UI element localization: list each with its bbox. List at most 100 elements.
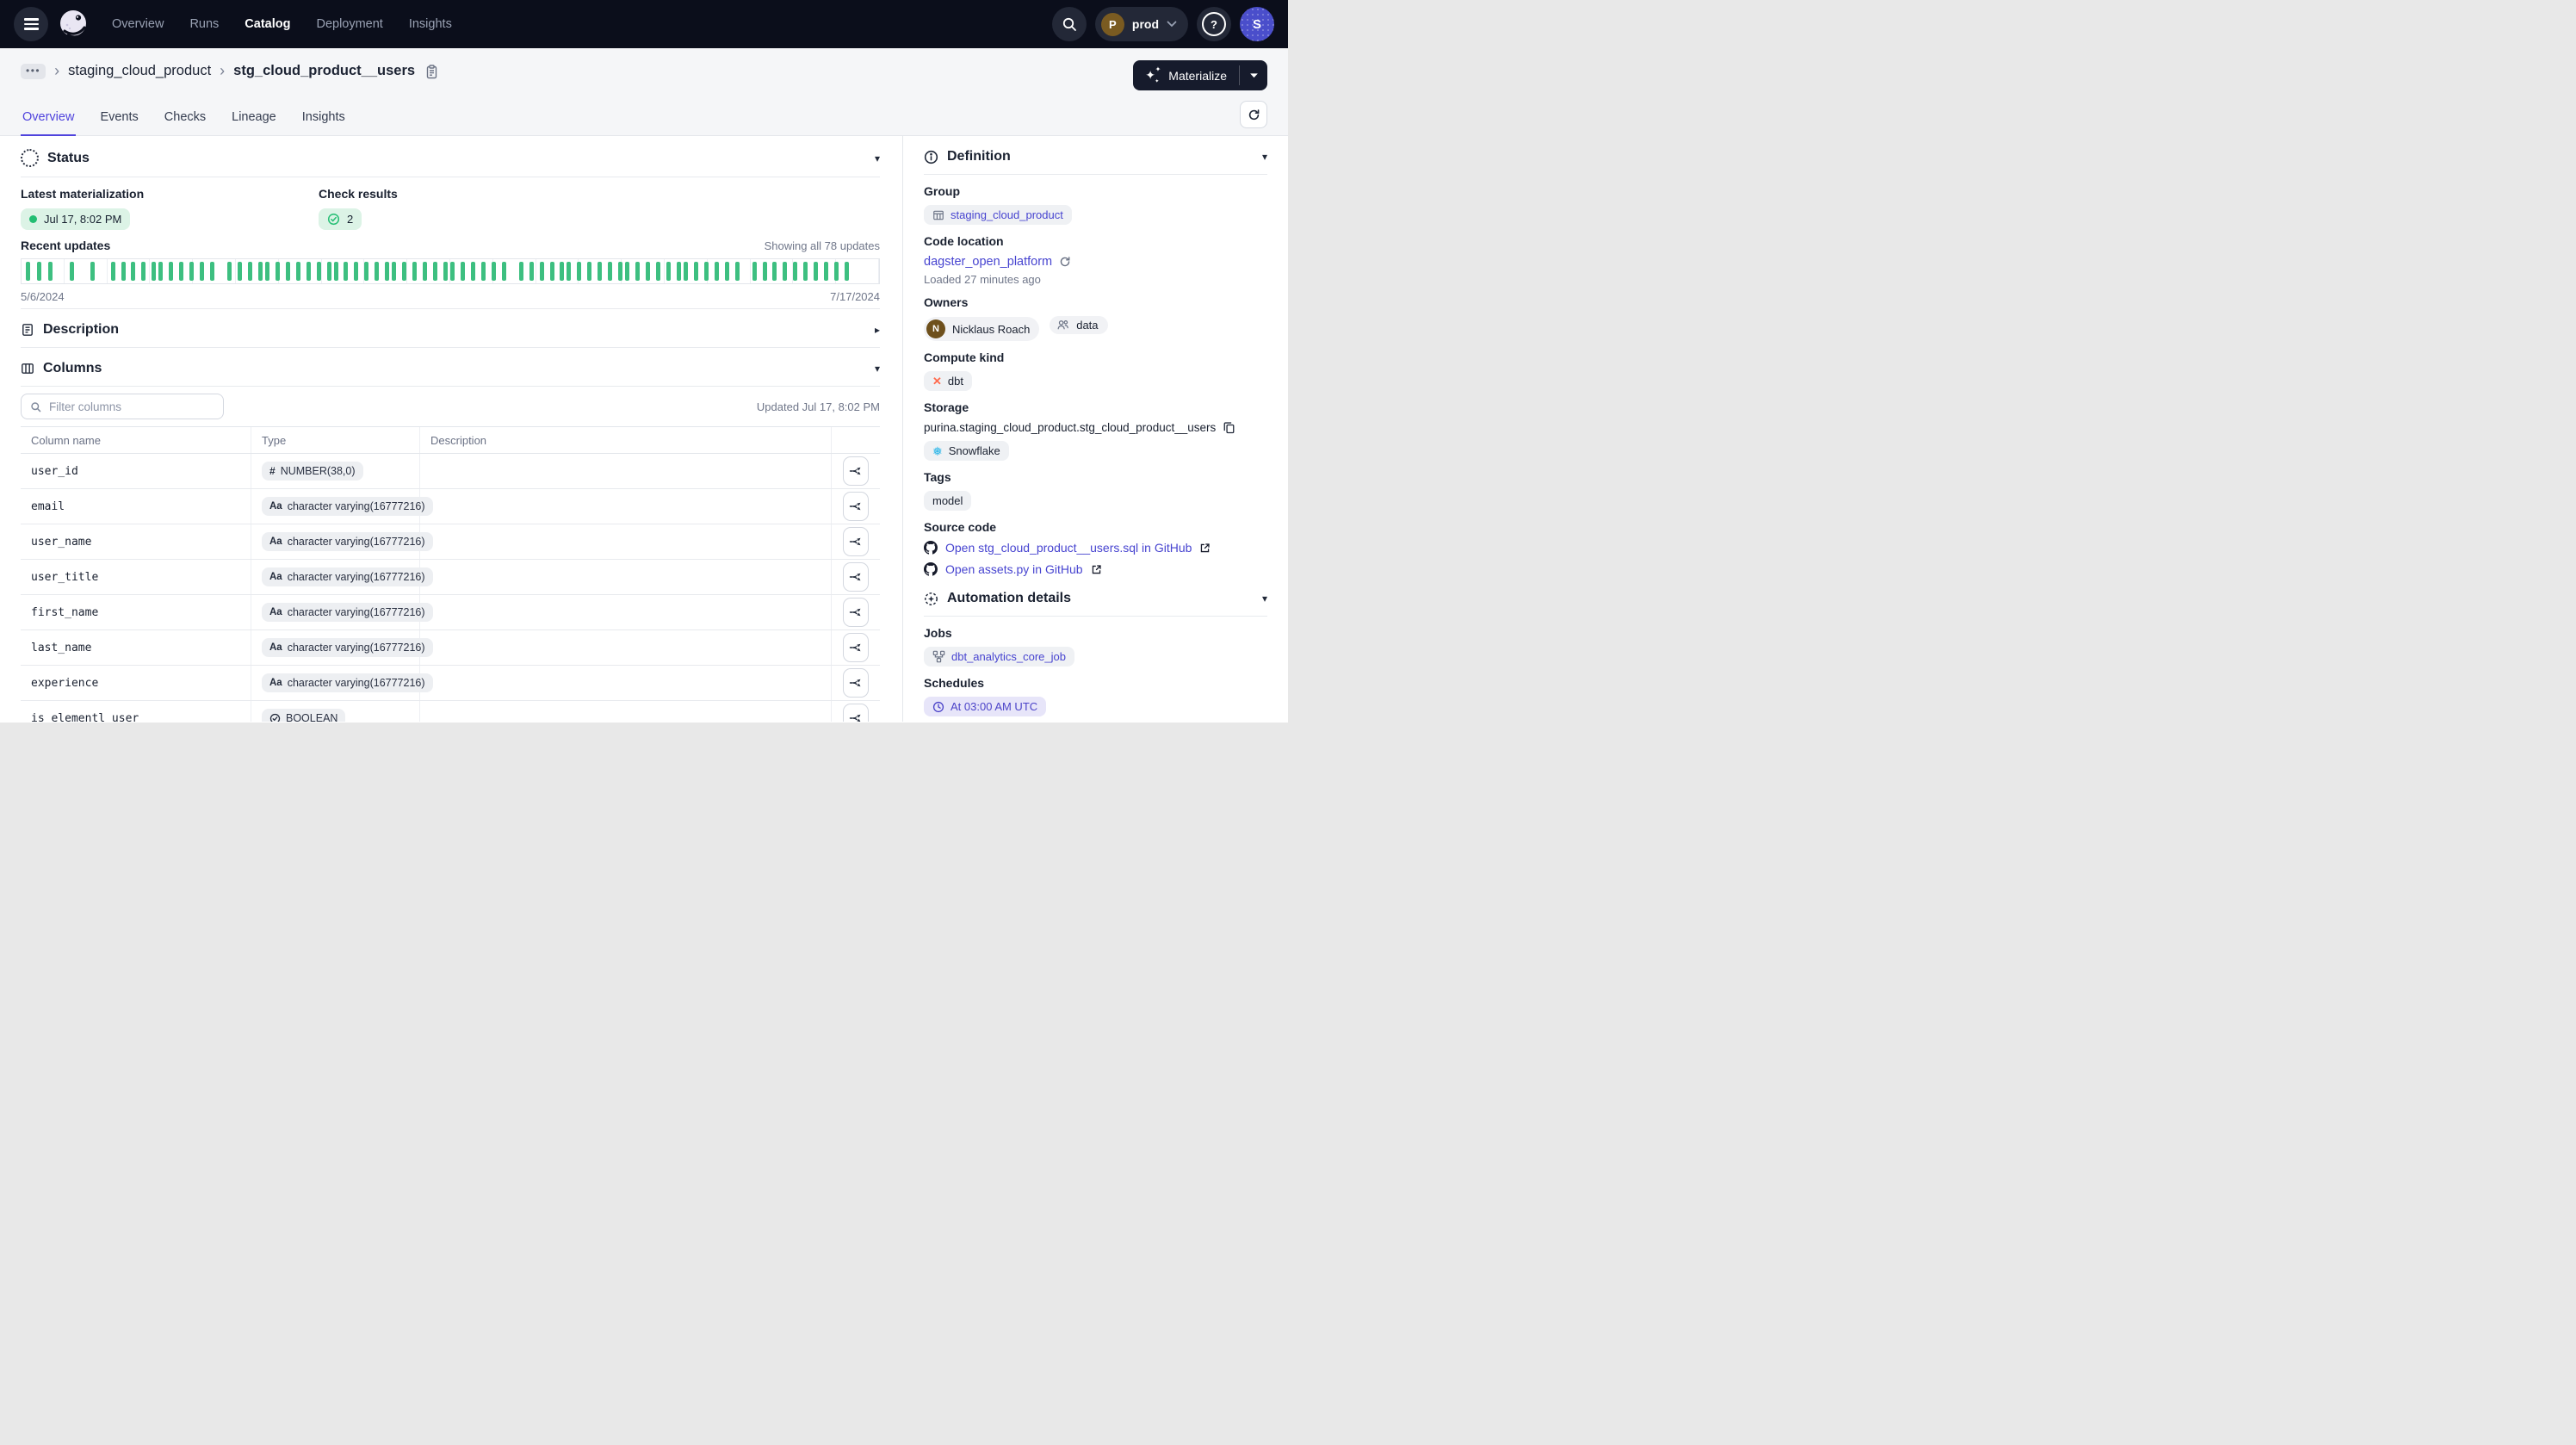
storage-platform-badge[interactable]: ❅ Snowflake <box>924 441 1009 461</box>
owner-user-badge[interactable]: N Nicklaus Roach <box>924 317 1039 341</box>
dagster-logo-icon[interactable] <box>57 8 90 40</box>
filter-columns-input[interactable] <box>21 394 224 419</box>
status-section-header[interactable]: Status ▾ <box>21 136 880 177</box>
column-lineage-button[interactable] <box>843 527 869 556</box>
column-lineage-button[interactable] <box>843 492 869 521</box>
table-row: user_nameAacharacter varying(16777216) <box>21 524 880 560</box>
definition-section-header[interactable]: Definition ▾ <box>924 136 1267 174</box>
materialize-button[interactable]: ✦✦✦ Materialize <box>1133 60 1239 90</box>
update-tick <box>567 262 571 281</box>
tab-overview[interactable]: Overview <box>21 100 76 136</box>
nav-item-runs[interactable]: Runs <box>189 17 219 31</box>
source-code-link[interactable]: Open assets.py in GitHub <box>945 562 1083 576</box>
compute-kind-badge[interactable]: ✕ dbt <box>924 371 972 391</box>
hamburger-menu-icon[interactable] <box>14 7 48 41</box>
columns-table-header: Column name Type Description <box>21 427 880 454</box>
collapse-caret-icon[interactable]: ▾ <box>1262 151 1267 163</box>
tab-events[interactable]: Events <box>98 100 139 136</box>
breadcrumb-asset[interactable]: stg_cloud_product__users <box>233 63 415 79</box>
update-tick <box>587 262 591 281</box>
column-header-name: Column name <box>21 427 251 453</box>
tab-checks[interactable]: Checks <box>163 100 207 136</box>
nav-item-insights[interactable]: Insights <box>409 17 452 31</box>
update-tick <box>529 262 534 281</box>
update-tick <box>704 262 709 281</box>
column-lineage-button[interactable] <box>843 456 869 486</box>
column-header-type: Type <box>251 427 420 453</box>
reload-code-location-icon[interactable] <box>1059 256 1071 268</box>
collapse-caret-icon[interactable]: ▾ <box>875 152 880 164</box>
column-lineage-button[interactable] <box>843 598 869 627</box>
update-tick <box>763 262 767 281</box>
breadcrumb-ellipsis-button[interactable]: ••• <box>21 64 46 79</box>
materialize-dropdown-button[interactable] <box>1240 60 1267 90</box>
update-tick <box>793 262 797 281</box>
nav-item-overview[interactable]: Overview <box>112 17 164 31</box>
deployment-switcher[interactable]: P prod <box>1095 7 1188 41</box>
jobs-label: Jobs <box>924 626 1267 640</box>
column-description <box>420 524 832 559</box>
check-results-badge[interactable]: 2 <box>319 208 362 230</box>
chevron-down-icon <box>1167 21 1177 28</box>
help-icon[interactable]: ? <box>1197 7 1231 41</box>
column-lineage-button[interactable] <box>843 633 869 662</box>
expand-caret-icon[interactable]: ▸ <box>875 324 880 336</box>
refresh-button[interactable] <box>1240 101 1267 128</box>
timeline-segment <box>236 259 279 283</box>
column-type-badge: BOOLEAN <box>262 709 345 722</box>
recent-updates-timeline[interactable] <box>21 258 880 284</box>
columns-section-header[interactable]: Columns ▾ <box>21 348 880 386</box>
automation-section-header[interactable]: Automation details ▾ <box>924 584 1267 616</box>
job-badge[interactable]: dbt_analytics_core_job <box>924 647 1074 667</box>
nav-item-deployment[interactable]: Deployment <box>316 17 382 31</box>
timeline-end-date: 7/17/2024 <box>830 290 880 303</box>
group-badge[interactable]: staging_cloud_product <box>924 205 1072 225</box>
column-description <box>420 701 832 722</box>
asset-tabs: Overview Events Checks Lineage Insights <box>21 100 347 136</box>
update-tick <box>666 262 671 281</box>
column-name: user_id <box>21 454 251 488</box>
latest-materialization-badge[interactable]: Jul 17, 8:02 PM <box>21 208 130 230</box>
user-avatar[interactable]: S <box>1240 7 1274 41</box>
description-section-header[interactable]: Description ▸ <box>21 309 880 347</box>
source-code-link-row: Open assets.py in GitHub <box>924 562 1267 576</box>
materialize-label: Materialize <box>1168 69 1227 83</box>
update-tick <box>803 262 808 281</box>
lineage-icon <box>849 641 863 654</box>
tag-badge[interactable]: model <box>924 491 971 511</box>
update-tick <box>364 262 368 281</box>
lineage-icon <box>849 464 863 478</box>
update-tick <box>684 262 688 281</box>
column-lineage-button[interactable] <box>843 668 869 698</box>
collapse-caret-icon[interactable]: ▾ <box>1262 592 1267 605</box>
dagster-catalog-page: Overview Runs Catalog Deployment Insights P … <box>0 0 1288 722</box>
schedule-badge[interactable]: At 03:00 AM UTC <box>924 697 1046 716</box>
owner-team-badge[interactable]: data <box>1050 316 1107 334</box>
column-type-badge: #NUMBER(38,0) <box>262 462 363 481</box>
search-icon[interactable] <box>1052 7 1087 41</box>
update-tick <box>550 262 554 281</box>
table-row: experienceAacharacter varying(16777216) <box>21 666 880 701</box>
github-icon <box>924 541 938 555</box>
source-code-link[interactable]: Open stg_cloud_product__users.sql in Git… <box>945 541 1192 555</box>
update-tick <box>423 262 427 281</box>
column-lineage-button[interactable] <box>843 562 869 592</box>
success-dot-icon <box>29 215 37 223</box>
text-type-icon: Aa <box>269 642 282 653</box>
copy-asset-name-icon[interactable] <box>425 65 438 79</box>
compute-kind-label: Compute kind <box>924 350 1267 364</box>
collapse-caret-icon[interactable]: ▾ <box>875 363 880 375</box>
update-tick <box>577 262 581 281</box>
column-lineage-button[interactable] <box>843 704 869 722</box>
nav-item-catalog[interactable]: Catalog <box>245 17 290 31</box>
column-name: is_elementl_user <box>21 701 251 722</box>
definition-title: Definition <box>947 149 1011 164</box>
tab-lineage[interactable]: Lineage <box>230 100 278 136</box>
breadcrumb-group[interactable]: staging_cloud_product <box>68 63 211 79</box>
copy-storage-path-icon[interactable] <box>1223 421 1235 434</box>
tab-insights[interactable]: Insights <box>300 100 347 136</box>
code-location-link[interactable]: dagster_open_platform <box>924 255 1052 269</box>
update-tick <box>402 262 406 281</box>
automation-title: Automation details <box>947 591 1071 606</box>
recent-updates-label: Recent updates <box>21 239 110 252</box>
